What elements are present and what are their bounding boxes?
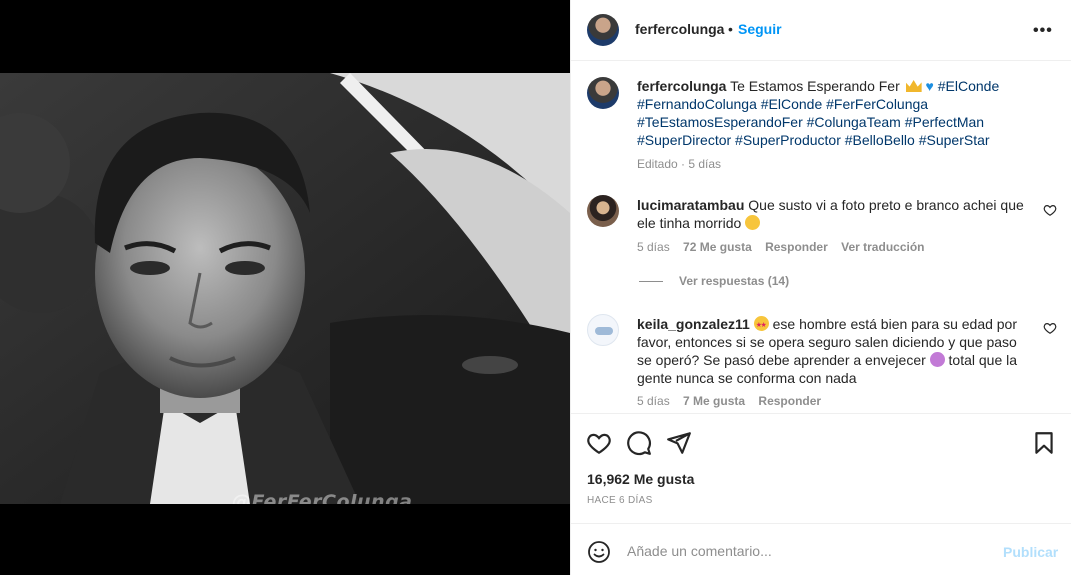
header-separator: •	[728, 21, 733, 37]
post-header: ferfercolunga • Seguir •••	[571, 0, 1071, 61]
comment-username[interactable]: keila_gonzalez11	[637, 316, 750, 332]
caption-text: ferfercolunga Te Estamos Esperando Fer ♥…	[637, 77, 1037, 149]
post-actions: 16,962 Me gusta HACE 6 DÍAS	[571, 413, 1071, 523]
hashtag-line-4[interactable]: #SuperDirector #SuperProductor #BelloBel…	[637, 132, 990, 148]
comment-meta: 5 días 72 Me gusta Responder Ver traducc…	[637, 240, 935, 254]
post-panel: ferfercolunga • Seguir ••• ferfercolunga…	[570, 0, 1071, 575]
crown-emoji-icon	[905, 80, 922, 92]
author-username[interactable]: ferfercolunga	[635, 21, 724, 37]
author-avatar[interactable]	[587, 14, 619, 46]
star-struck-emoji-icon	[753, 316, 769, 335]
post-photo[interactable]: @FerFerColunga	[0, 73, 570, 504]
caption-body: Te Estamos Esperando Fer	[730, 78, 900, 94]
hashtag-line-1[interactable]: #ElConde	[938, 78, 1000, 94]
hashtag-line-3[interactable]: #TeEstamosEsperandoFer #ColungaTeam #Per…	[637, 114, 984, 130]
caption-meta: Editado · 5 días	[637, 157, 722, 171]
comment-time: 5 días	[637, 394, 670, 408]
follow-button[interactable]: Seguir	[738, 21, 782, 37]
comment-likes[interactable]: 72 Me gusta	[683, 240, 752, 254]
comment-meta: 5 días 7 Me gusta Responder	[637, 394, 831, 408]
reply-button[interactable]: Responder	[765, 240, 828, 254]
reply-button[interactable]: Responder	[758, 394, 821, 408]
caption-username[interactable]: ferfercolunga	[637, 78, 726, 94]
photo-watermark: @FerFerColunga	[232, 491, 413, 504]
view-replies-button[interactable]: Ver respuestas (14)	[639, 274, 789, 288]
comment-avatar[interactable]	[587, 314, 619, 346]
comment-time: 5 días	[637, 240, 670, 254]
smile-icon[interactable]	[587, 540, 611, 564]
blue-heart-emoji-icon: ♥	[925, 78, 934, 94]
send-icon[interactable]	[666, 430, 692, 456]
portrait-illustration	[0, 73, 570, 504]
comment-avatar[interactable]	[587, 195, 619, 227]
hashtag-line-2[interactable]: #FernandoColunga #ElConde #FerFerColunga	[637, 96, 928, 112]
more-options-icon[interactable]: •••	[1033, 22, 1053, 40]
shrug-emoji-icon	[929, 352, 945, 367]
post-media: @FerFerColunga	[0, 0, 570, 575]
comment-input[interactable]	[627, 539, 987, 563]
comment-like-heart-icon[interactable]	[1043, 203, 1057, 217]
likes-count[interactable]: 16,962 Me gusta	[587, 471, 694, 487]
publish-button[interactable]: Publicar	[1003, 544, 1058, 560]
comment-likes[interactable]: 7 Me gusta	[683, 394, 745, 408]
comment-composer: Publicar	[571, 523, 1071, 575]
post-age: HACE 6 DÍAS	[587, 495, 653, 506]
comment-item: lucimaratambau Que susto vi a foto preto…	[637, 196, 1037, 232]
comment-like-heart-icon[interactable]	[1043, 321, 1057, 335]
caption-avatar[interactable]	[587, 77, 619, 109]
comment-username[interactable]: lucimaratambau	[637, 197, 744, 213]
heart-icon[interactable]	[586, 430, 612, 456]
sad-emoji-icon	[745, 215, 761, 230]
comment-icon[interactable]	[626, 430, 652, 456]
comment-item: keila_gonzalez11 ese hombre está bien pa…	[637, 315, 1032, 387]
translate-button[interactable]: Ver traducción	[841, 240, 924, 254]
bookmark-icon[interactable]	[1031, 430, 1057, 456]
